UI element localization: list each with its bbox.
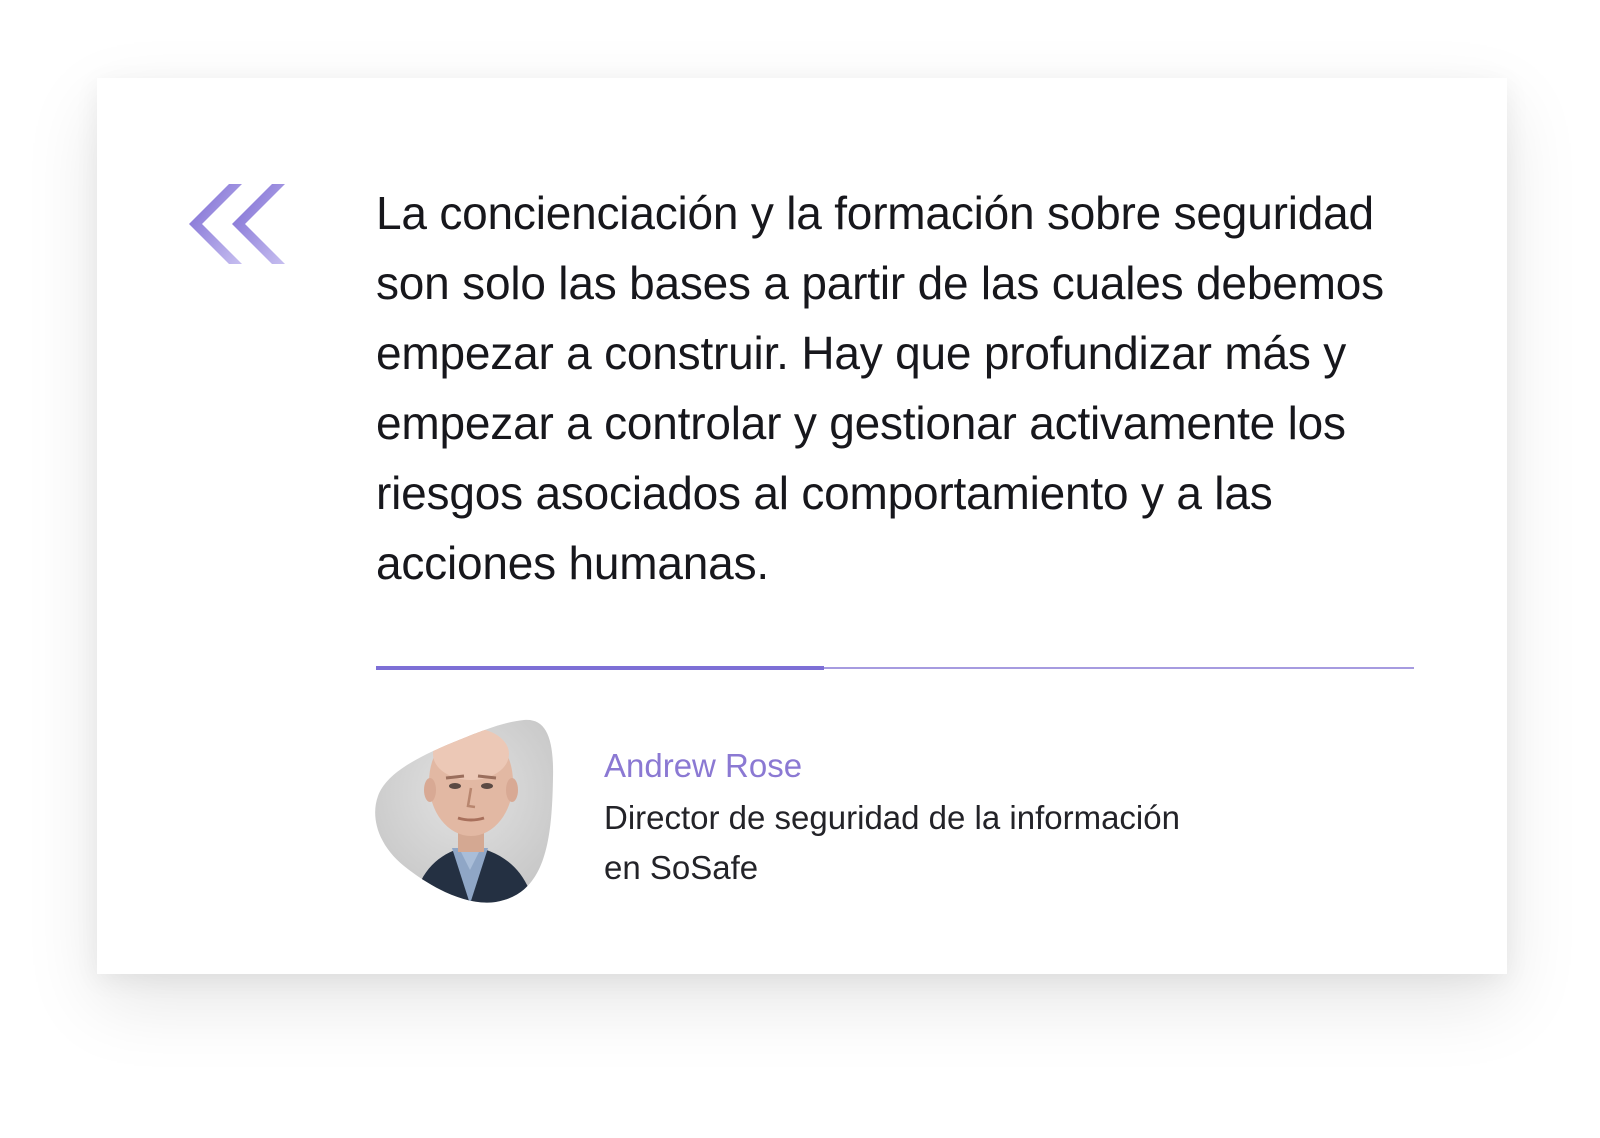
quote-divider bbox=[376, 665, 1414, 671]
quote-text: La concienciación y la formación sobre s… bbox=[376, 187, 1384, 589]
author-role-line-2: en SoSafe bbox=[604, 849, 759, 886]
quote-mark-icon bbox=[189, 184, 285, 264]
author-role-line-1: Director de seguridad de la información bbox=[604, 799, 1180, 836]
divider-accent bbox=[376, 666, 824, 670]
testimonial-card: La concienciación y la formación sobre s… bbox=[97, 78, 1507, 974]
author-role: Director de seguridad de la información … bbox=[604, 793, 1304, 893]
avatar bbox=[375, 719, 554, 903]
author-name: Andrew Rose bbox=[604, 747, 803, 784]
